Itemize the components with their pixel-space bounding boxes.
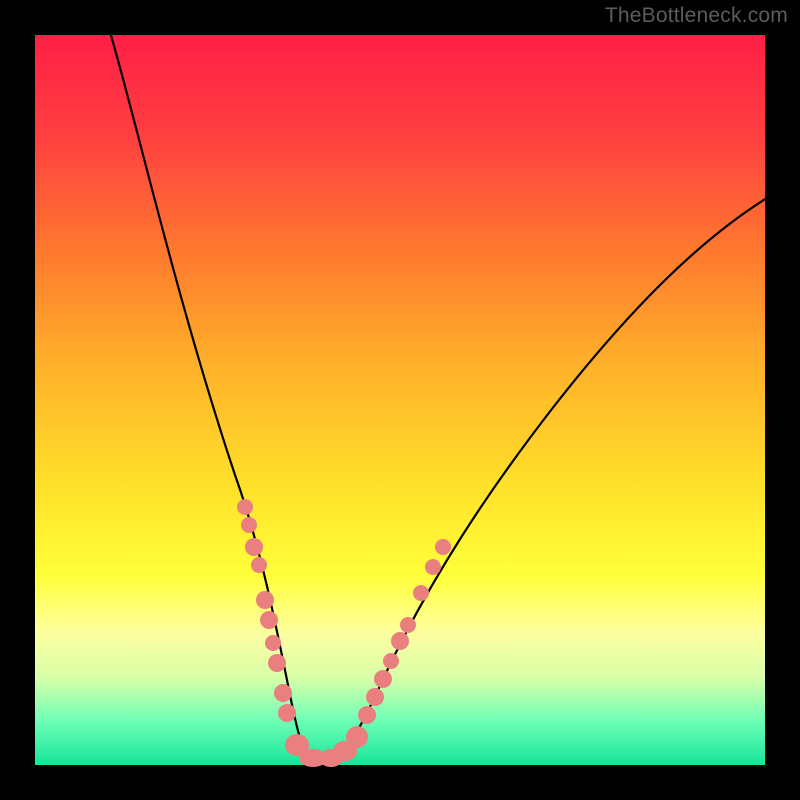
chart-frame: TheBottleneck.com — [0, 0, 800, 800]
bottleneck-curve — [108, 25, 775, 763]
left-descent-dots — [237, 499, 296, 722]
plot-area — [35, 35, 765, 765]
watermark-text: TheBottleneck.com — [605, 4, 788, 28]
chart-svg — [35, 35, 765, 765]
right-ascent-dots — [358, 539, 451, 724]
